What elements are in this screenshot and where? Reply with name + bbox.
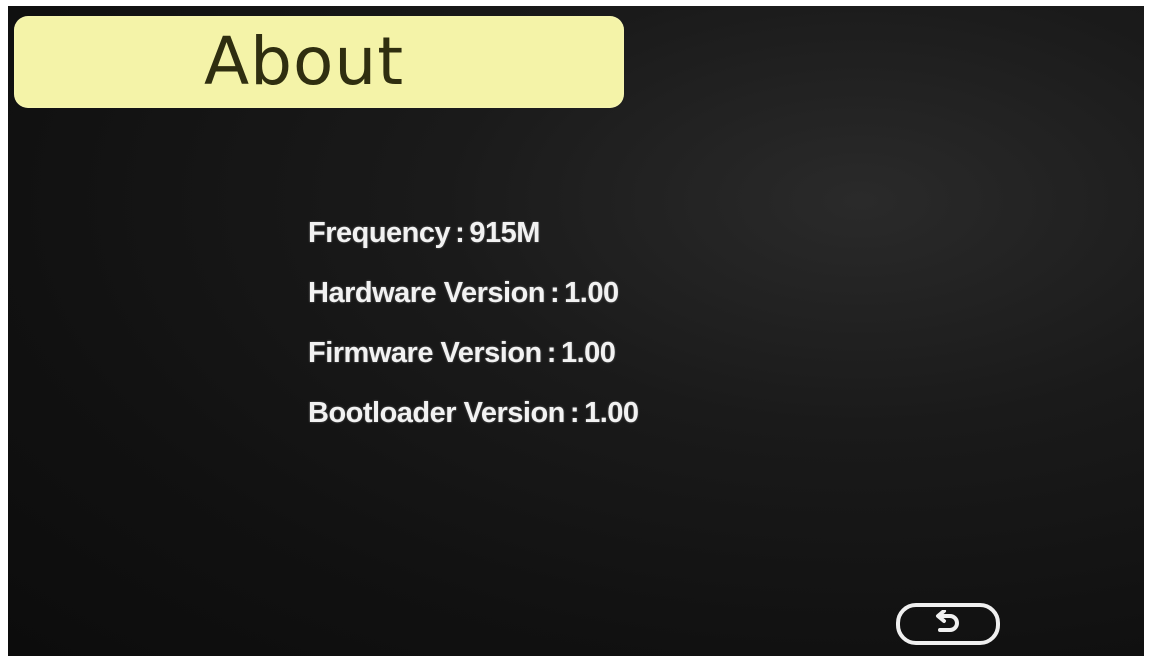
info-separator: :: [455, 217, 465, 249]
info-label: Hardware Version: [308, 277, 546, 309]
info-value: 1.00: [564, 277, 619, 309]
info-value: 1.00: [560, 337, 616, 369]
device-screen: About Frequency:915M Hardware Version:1.…: [8, 6, 1144, 656]
info-row-firmware-version: Firmware Version:1.00: [308, 332, 808, 392]
info-separator: :: [546, 337, 557, 369]
info-label: Frequency: [308, 217, 451, 249]
info-list: Frequency:915M Hardware Version:1.00 Fir…: [308, 212, 808, 452]
return-arrow-icon: [936, 610, 959, 632]
info-row-hardware-version: Hardware Version:1.00: [308, 272, 808, 332]
page-title: About: [204, 23, 405, 100]
info-value: 1.00: [584, 397, 639, 429]
info-label: Firmware Version: [308, 337, 542, 369]
info-separator: :: [569, 397, 580, 429]
info-label: Bootloader Version: [308, 397, 565, 429]
device-frame: About Frequency:915M Hardware Version:1.…: [0, 0, 1151, 662]
info-separator: :: [550, 277, 560, 309]
info-row-bootloader-version: Bootloader Version:1.00: [308, 392, 808, 452]
back-button[interactable]: [896, 603, 1000, 645]
info-row-frequency: Frequency:915M: [308, 212, 808, 272]
info-value: 915M: [469, 217, 540, 249]
title-bar: About: [14, 16, 624, 108]
